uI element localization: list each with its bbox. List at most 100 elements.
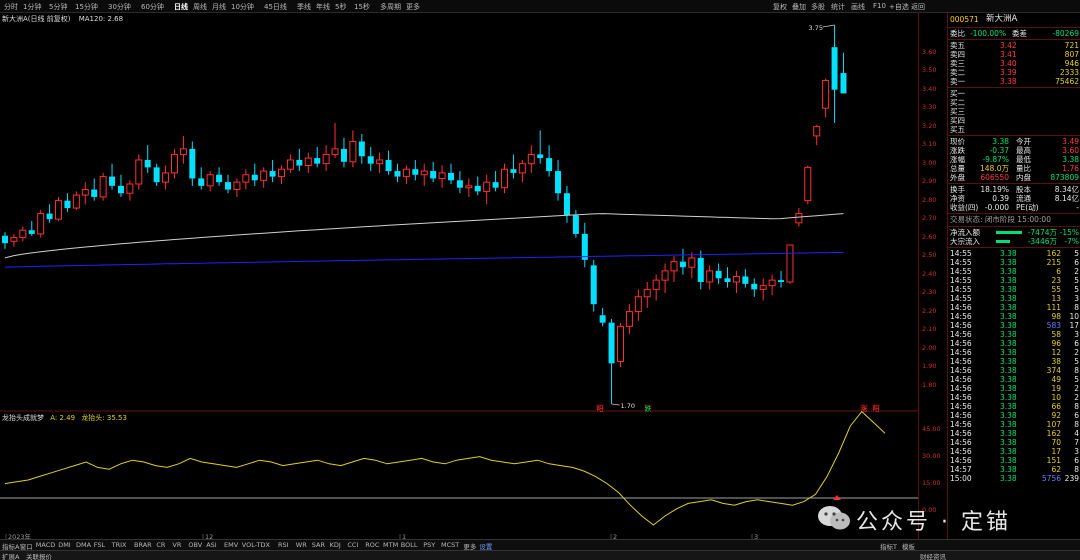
indicator-tab[interactable]: PSY bbox=[423, 541, 435, 549]
stat-label: PE(动) bbox=[1016, 203, 1039, 212]
candle bbox=[831, 25, 838, 123]
indicator-tab[interactable]: MCST bbox=[441, 541, 459, 549]
toolbar-button[interactable]: 返回 bbox=[911, 2, 925, 12]
toolbar-button[interactable]: 复权 bbox=[773, 2, 787, 12]
tick-count: 4 bbox=[1074, 429, 1079, 438]
tick-count: 8 bbox=[1074, 465, 1079, 474]
tick-row: 14:56 3.38 107 8 bbox=[950, 420, 1079, 429]
flow-label: 净流入额 bbox=[950, 228, 980, 237]
candle bbox=[634, 289, 642, 321]
toolbar-button[interactable]: F10 bbox=[873, 2, 886, 10]
tick-count: 2 bbox=[1074, 393, 1079, 402]
tick-time: 14:56 bbox=[950, 375, 972, 384]
candle bbox=[349, 130, 357, 168]
period-tab[interactable]: 分时 bbox=[4, 2, 18, 12]
period-tab[interactable]: 5分钟 bbox=[49, 2, 67, 12]
related-quote-tab[interactable]: 关联报价 bbox=[26, 551, 52, 560]
tick-volume: 374 bbox=[1046, 366, 1061, 375]
indicator-tab[interactable]: CR bbox=[156, 541, 165, 549]
tick-count: 5 bbox=[1074, 276, 1079, 285]
period-tab[interactable]: 60分钟 bbox=[141, 2, 164, 12]
period-tab[interactable]: 5秒 bbox=[335, 2, 346, 12]
panel-row: 卖二 3.39 2333 bbox=[950, 68, 1079, 77]
period-tab[interactable]: 周线 bbox=[193, 2, 207, 12]
panel-row: 卖一 3.38 75462 bbox=[950, 77, 1079, 86]
tick-row: 14:56 3.38 92 6 bbox=[950, 411, 1079, 420]
indicator-tab[interactable]: BOLL bbox=[401, 541, 418, 549]
indicator-tab[interactable]: VOL-TDX bbox=[242, 541, 270, 549]
tick-time: 14:55 bbox=[950, 249, 972, 258]
indicator-tab[interactable]: TRIX bbox=[112, 541, 127, 549]
price-tick-label: 3.50 bbox=[922, 66, 937, 75]
panel-row: 交易状态: 闭市阶段 15:00:00 bbox=[950, 215, 1079, 224]
period-tab[interactable]: 更多 bbox=[406, 2, 420, 12]
tick-volume: 98 bbox=[1051, 312, 1061, 321]
toolbar-button[interactable]: 叠加 bbox=[792, 2, 806, 12]
ma120-line bbox=[4, 213, 844, 259]
candle bbox=[555, 159, 562, 201]
period-tab[interactable]: 年线 bbox=[316, 2, 330, 12]
tick-count: 2 bbox=[1074, 384, 1079, 393]
stat-value: 8.34亿 bbox=[1054, 185, 1079, 194]
indicator-tab[interactable]: FSL bbox=[94, 541, 105, 549]
period-tab[interactable]: 15秒 bbox=[354, 2, 370, 12]
ask-label: 卖三 bbox=[950, 59, 965, 68]
toolbar-button[interactable]: 画线 bbox=[851, 2, 865, 12]
indicator-tab[interactable]: DMI bbox=[58, 541, 71, 549]
tick-volume: 107 bbox=[1046, 420, 1061, 429]
bid-label: 买四 bbox=[950, 116, 965, 125]
tick-time: 14:56 bbox=[950, 330, 972, 339]
period-tab[interactable]: 季线 bbox=[297, 2, 311, 12]
high-label: 3.75 bbox=[809, 24, 823, 32]
period-tab[interactable]: 10分钟 bbox=[231, 2, 254, 12]
news-tab[interactable]: 财经资讯 bbox=[920, 551, 946, 560]
indicator-tab[interactable]: MACD bbox=[36, 541, 55, 549]
stat-value: 8.14亿 bbox=[1054, 194, 1079, 203]
candle bbox=[242, 169, 250, 190]
period-tab[interactable]: 1分钟 bbox=[23, 2, 41, 12]
period-tab[interactable]: 45日线 bbox=[264, 2, 287, 12]
tick-time: 14:56 bbox=[950, 312, 972, 321]
period-tab[interactable]: 多周期 bbox=[380, 2, 401, 12]
tick-volume: 55 bbox=[1051, 285, 1061, 294]
indicator-tab[interactable]: ASI bbox=[206, 541, 217, 549]
indicator-tab[interactable]: KDJ bbox=[330, 541, 341, 549]
tick-price: 3.38 bbox=[1000, 348, 1017, 357]
tick-price: 3.38 bbox=[1000, 267, 1017, 276]
candle bbox=[46, 204, 53, 223]
period-tab[interactable]: 30分钟 bbox=[108, 2, 131, 12]
indicator-tab[interactable]: RSI bbox=[278, 541, 289, 549]
candle bbox=[304, 152, 312, 173]
kline-chart[interactable]: 3.751.70阳跌涨阳2023年 12 1 2 3 bbox=[0, 13, 918, 544]
period-tab[interactable]: 日线 bbox=[174, 2, 188, 12]
price-tick-label: 2.70 bbox=[922, 214, 937, 223]
watermark-text: 公众号 · 定锚 bbox=[856, 510, 1011, 535]
period-tab[interactable]: 15分钟 bbox=[75, 2, 98, 12]
indicator-tab[interactable]: BRAR bbox=[134, 541, 152, 549]
tick-row: 14:56 3.38 111 8 bbox=[950, 303, 1079, 312]
period-toolbar: 分时 1分钟 5分钟 15分钟 30分钟 60分钟 日线 周线 月线 10分钟 45日线 季线 年线 5秒… bbox=[0, 0, 1080, 13]
indicator-tab[interactable]: WR bbox=[296, 541, 307, 549]
indicator-tab[interactable]: VR bbox=[172, 541, 181, 549]
candle bbox=[527, 145, 535, 173]
toolbar-button[interactable]: 多股 bbox=[811, 2, 825, 12]
indicator-tab[interactable]: CCI bbox=[347, 541, 358, 549]
period-tab[interactable]: 月线 bbox=[212, 2, 226, 12]
candle bbox=[483, 174, 491, 205]
candle bbox=[537, 130, 544, 164]
indicator-tab[interactable]: EMV bbox=[224, 541, 238, 549]
candle bbox=[492, 171, 499, 192]
indicator-tab[interactable]: DMA bbox=[76, 541, 91, 549]
panel-row: 总量 148.0万 量比 1.76 bbox=[950, 164, 1079, 173]
ext-tab[interactable]: 扩展A bbox=[2, 551, 19, 560]
indicator-tab[interactable]: MTM bbox=[383, 541, 398, 549]
indicator-tab[interactable]: ROC bbox=[365, 541, 379, 549]
indicator-tab[interactable]: SAR bbox=[312, 541, 325, 549]
diff-label: 委差 bbox=[1012, 29, 1027, 38]
tick-row: 14:56 3.38 49 5 bbox=[950, 375, 1079, 384]
toolbar-button[interactable]: +自选 bbox=[889, 2, 909, 12]
toolbar-button[interactable]: 统计 bbox=[831, 2, 845, 12]
candle bbox=[448, 163, 454, 184]
tick-count: 10 bbox=[1069, 312, 1079, 321]
indicator-tab[interactable]: OBV bbox=[188, 541, 202, 549]
